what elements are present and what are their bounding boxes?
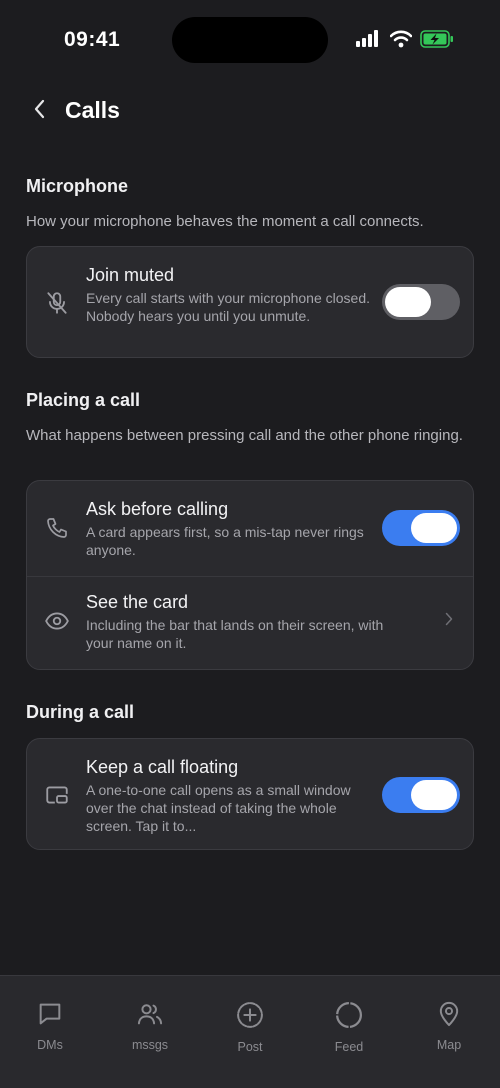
chevron-left-icon [33, 99, 45, 124]
join-muted-toggle[interactable] [382, 284, 460, 320]
tab-label: Map [436, 1038, 462, 1052]
ask-before-calling-toggle[interactable] [382, 510, 460, 546]
phone-icon [43, 514, 71, 542]
nav-header: Calls [0, 88, 500, 134]
map-pin-icon [435, 1000, 463, 1033]
toggle-knob [411, 780, 457, 810]
see-the-card-title: See the card [86, 592, 189, 612]
tab-label: DMs [37, 1038, 63, 1052]
join-muted-row[interactable]: Join muted Every call starts with your m… [27, 247, 473, 357]
keep-floating-row[interactable]: Keep a call floating A one-to-one call o… [27, 739, 473, 849]
tab-feed[interactable]: Feed [304, 1000, 394, 1054]
dynamic-island [172, 17, 328, 63]
section-title-placing: Placing a call [26, 390, 141, 410]
see-the-card-subtitle: Including the bar that lands on their sc… [86, 617, 384, 651]
picture-in-picture-icon [43, 781, 71, 809]
people-icon [136, 1000, 164, 1033]
toggle-knob [411, 513, 457, 543]
status-bar: 09:41 [0, 0, 500, 80]
mic-off-icon [43, 289, 71, 317]
battery-charging-icon [420, 29, 454, 53]
tab-dms[interactable]: DMs [5, 1000, 95, 1052]
back-button[interactable] [28, 98, 50, 124]
tab-mssgs[interactable]: mssgs [105, 1000, 195, 1052]
toggle-knob [385, 287, 431, 317]
ask-before-calling-subtitle: A card appears first, so a mis-tap never… [86, 524, 364, 558]
placing-card: Ask before calling A card appears first,… [26, 480, 474, 670]
circle-icon [334, 1000, 364, 1035]
chat-bubble-icon [36, 1000, 64, 1033]
status-icons [356, 29, 454, 53]
page-title: Calls [65, 97, 120, 123]
see-the-card-row[interactable]: See the card Including the bar that land… [27, 576, 473, 669]
keep-floating-subtitle: A one-to-one call opens as a small windo… [86, 782, 351, 834]
tab-post[interactable]: Post [205, 1000, 295, 1054]
keep-floating-toggle[interactable] [382, 777, 460, 813]
signal-icon [356, 29, 382, 53]
wifi-icon [389, 30, 413, 53]
section-description-microphone: How your microphone behaves the moment a… [26, 213, 424, 230]
during-card: Keep a call floating A one-to-one call o… [26, 738, 474, 850]
plus-circle-icon [235, 1000, 265, 1035]
microphone-card: Join muted Every call starts with your m… [26, 246, 474, 358]
tab-bar: DMs mssgs Post Feed Map [0, 975, 500, 1088]
tab-label: mssgs [131, 1038, 169, 1052]
status-time: 09:41 [64, 28, 121, 51]
tab-label: Feed [334, 1040, 364, 1054]
join-muted-title: Join muted [86, 265, 175, 285]
section-title-during: During a call [26, 702, 135, 722]
ask-before-calling-title: Ask before calling [86, 499, 229, 519]
section-description-placing: What happens between pressing call and t… [26, 427, 463, 444]
tab-label: Post [237, 1040, 263, 1054]
tab-map[interactable]: Map [404, 1000, 494, 1052]
keep-floating-title: Keep a call floating [86, 757, 239, 777]
chevron-right-icon [445, 612, 453, 631]
section-title-microphone: Microphone [26, 176, 128, 196]
eye-icon [43, 607, 71, 635]
join-muted-subtitle: Every call starts with your microphone c… [86, 290, 370, 324]
ask-before-calling-row[interactable]: Ask before calling A card appears first,… [27, 481, 473, 576]
